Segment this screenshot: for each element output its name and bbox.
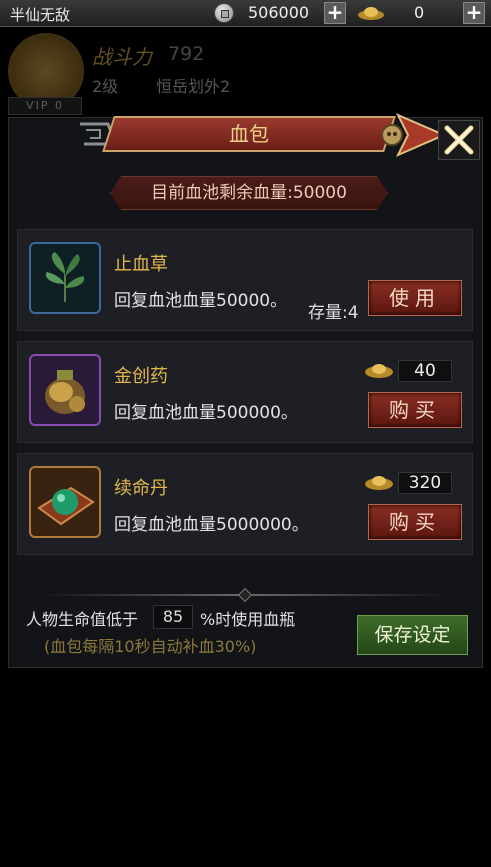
panel-title: 血包 bbox=[229, 122, 269, 146]
hp-threshold-label: 人物生命值低于 bbox=[26, 610, 139, 629]
power-value: 792 bbox=[168, 43, 205, 65]
top-status-bar: 半仙无敌 506000 + 0 + bbox=[0, 0, 491, 27]
hp-threshold-suffix: %时使用血瓶 bbox=[200, 610, 296, 629]
player-name: 半仙无敌 bbox=[10, 6, 71, 24]
item-row-medicine: 金创药 回复血池血量500000。 40 购买 bbox=[17, 341, 473, 443]
save-settings-button[interactable]: 保存设定 bbox=[357, 615, 468, 655]
close-icon bbox=[444, 125, 474, 155]
auto-refill-hint: (血包每隔10秒自动补血30%) bbox=[44, 637, 257, 656]
copper-coin-icon bbox=[214, 3, 234, 23]
copper-amount: 506000 bbox=[248, 3, 310, 22]
item-description: 回复血池血量50000。 bbox=[114, 291, 288, 311]
add-gold-button[interactable]: + bbox=[463, 2, 485, 24]
power-label: 战斗力 bbox=[92, 45, 152, 69]
player-profile: VIP 0 战斗力 792 2级 恒岳划外2 bbox=[0, 27, 491, 117]
item-row-pill: 续命丹 回复血池血量5000000。 320 购买 bbox=[17, 453, 473, 555]
item-stock: 存量:4 bbox=[308, 303, 359, 323]
item-row-herb: 止血草 回复血池血量50000。 存量:4 使用 bbox=[17, 229, 473, 331]
gold-amount: 0 bbox=[414, 3, 425, 22]
herb-icon bbox=[29, 242, 101, 314]
item-name: 止血草 bbox=[114, 254, 168, 275]
vip-badge: VIP 0 bbox=[8, 97, 82, 115]
player-location: 恒岳划外2 bbox=[156, 77, 231, 96]
gold-ingot-icon bbox=[365, 364, 393, 378]
close-button[interactable] bbox=[438, 120, 480, 160]
hp-threshold-input[interactable]: 85 bbox=[153, 605, 193, 629]
item-description: 回复血池血量5000000。 bbox=[114, 515, 309, 535]
use-button[interactable]: 使用 bbox=[368, 280, 462, 316]
green-pill-icon bbox=[29, 466, 101, 538]
buy-button[interactable]: 购买 bbox=[368, 392, 462, 428]
item-price: 320 bbox=[398, 472, 452, 494]
item-name: 续命丹 bbox=[114, 478, 168, 499]
add-copper-button[interactable]: + bbox=[324, 2, 346, 24]
medicine-pouch-icon bbox=[29, 354, 101, 426]
player-level: 2级 bbox=[92, 77, 119, 96]
gold-ingot-icon bbox=[365, 476, 393, 490]
item-description: 回复血池血量500000。 bbox=[114, 403, 298, 423]
item-name: 金创药 bbox=[114, 366, 168, 387]
gold-ingot-icon bbox=[358, 7, 384, 20]
buy-button[interactable]: 购买 bbox=[368, 504, 462, 540]
blood-pool-remaining: 目前血池剩余血量:50000 bbox=[151, 183, 347, 203]
item-price: 40 bbox=[398, 360, 452, 382]
